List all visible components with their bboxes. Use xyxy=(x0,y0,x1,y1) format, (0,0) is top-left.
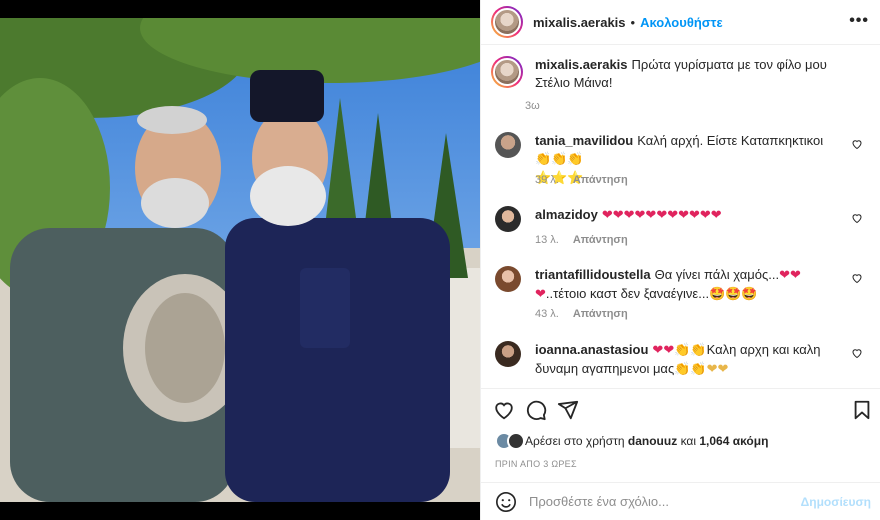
comment-like-icon[interactable] xyxy=(851,138,863,150)
post-caption: mixalis.aerakis Πρώτα γυρίσματα με τον φί… xyxy=(491,56,871,92)
commenter-avatar[interactable] xyxy=(495,266,521,292)
list-item: almazidoy ❤❤❤❤❤❤❤❤❤❤❤ 13 λ. Απάντηση xyxy=(495,206,871,250)
comment-emoji: 👏👏👏 xyxy=(535,152,584,167)
comment-time[interactable]: 43 λ. xyxy=(535,308,559,320)
commenter-avatar[interactable] xyxy=(495,132,521,158)
post-photo xyxy=(0,18,480,502)
likes-middle: και xyxy=(680,434,697,448)
post-timestamp[interactable]: ΠΡΙΝ ΑΠΟ 3 ΩΡΕΣ xyxy=(495,459,577,469)
list-item: ioanna.anastasiou ❤❤👏👏Καλη αρχη και καλη … xyxy=(495,341,871,385)
reply-button[interactable]: Απάντηση xyxy=(573,174,628,186)
comment-meta: 39 λ. Απάντηση xyxy=(535,174,628,186)
caption-time[interactable]: 3ω xyxy=(525,100,540,112)
add-comment-bar: Δημοσίευση xyxy=(481,482,880,520)
comment-time[interactable]: 13 λ. xyxy=(535,234,559,246)
post-header: mixalis.aerakis • Ακολουθήστε ••• xyxy=(481,0,880,45)
comment-like-icon[interactable] xyxy=(851,347,863,359)
comment-username[interactable]: ioanna.anastasiou xyxy=(535,342,648,357)
comments-list[interactable]: mixalis.aerakis Πρώτα γυρίσματα με τον φί… xyxy=(481,46,880,388)
comment-emoji: ❤❤👏👏 xyxy=(652,343,707,358)
comment-input[interactable] xyxy=(529,494,789,509)
comment-meta: 13 λ. Απάντηση xyxy=(535,234,628,246)
commenter-avatar[interactable] xyxy=(495,206,521,232)
list-item: tania_mavilidou Καλή αρχή. Είστε Καταπκηκ… xyxy=(495,132,871,192)
comment-time[interactable]: 39 λ. xyxy=(535,174,559,186)
comment-username[interactable]: triantafillidoustella xyxy=(535,267,651,282)
smiley-icon[interactable] xyxy=(495,491,517,513)
post-side-panel: mixalis.aerakis • Ακολουθήστε ••• mixali… xyxy=(480,0,880,520)
author-avatar[interactable] xyxy=(491,6,523,38)
heart-icon[interactable] xyxy=(493,399,515,421)
post-actions xyxy=(481,388,880,428)
list-item: triantafillidoustella Θα γίνει πάλι χαμός… xyxy=(495,266,871,326)
share-icon[interactable] xyxy=(557,399,579,421)
header-separator: • xyxy=(630,14,636,30)
comment-emoji: ❤❤❤❤❤❤❤❤❤❤❤ xyxy=(601,208,722,223)
publish-button[interactable]: Δημοσίευση xyxy=(801,495,871,509)
comment-emoji-end: 🤩🤩🤩 xyxy=(709,287,758,302)
reply-button[interactable]: Απάντηση xyxy=(573,308,628,320)
author-username[interactable]: mixalis.aerakis xyxy=(533,15,626,30)
comment-username[interactable]: tania_mavilidou xyxy=(535,133,633,148)
caption-avatar[interactable] xyxy=(491,56,523,88)
reply-button[interactable]: Απάντηση xyxy=(573,234,628,246)
comment-emoji-end: 👏👏❤❤ xyxy=(674,362,729,377)
bookmark-icon[interactable] xyxy=(851,399,873,421)
follow-button[interactable]: Ακολουθήστε xyxy=(640,15,723,30)
comment-meta: 43 λ. Απάντηση xyxy=(535,308,628,320)
caption-username[interactable]: mixalis.aerakis xyxy=(535,57,628,72)
liker-avatar xyxy=(507,432,525,450)
comment-icon[interactable] xyxy=(525,399,547,421)
comment-like-icon[interactable] xyxy=(851,272,863,284)
comment-username[interactable]: almazidoy xyxy=(535,207,598,222)
liker-username[interactable]: danouuz xyxy=(628,434,677,448)
likes-prefix: Αρέσει στο χρήστη xyxy=(525,434,625,448)
post: mixalis.aerakis • Ακολουθήστε ••• mixali… xyxy=(0,0,880,520)
comment-text-continued: ..τέτοιο καστ δεν ξαναέγινε... xyxy=(545,286,710,301)
likes-summary[interactable]: Αρέσει στο χρήστη danouuz και 1,064 ακόμ… xyxy=(495,432,768,450)
post-media[interactable] xyxy=(0,0,480,520)
comment-text: Καλή αρχή. Είστε Καταπκηκτικοι xyxy=(637,133,824,148)
commenter-avatar[interactable] xyxy=(495,341,521,367)
more-options-icon[interactable]: ••• xyxy=(849,12,869,30)
comment-text: Θα γίνει πάλι χαμός... xyxy=(654,267,780,282)
comment-like-icon[interactable] xyxy=(851,212,863,224)
likes-count[interactable]: 1,064 ακόμη xyxy=(699,434,768,448)
likers-avatars xyxy=(495,432,525,450)
